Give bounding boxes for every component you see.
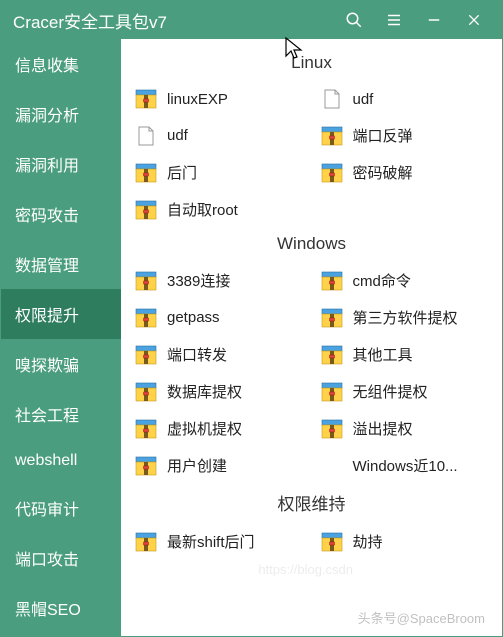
- section-title: 权限维持: [131, 484, 492, 523]
- sidebar-item-10[interactable]: 端口攻击: [1, 533, 121, 583]
- watermark-text: 头条号@SpaceBroom: [358, 608, 485, 627]
- watermark-text: https://blog.csdn: [258, 562, 353, 577]
- archive-icon: [321, 126, 343, 146]
- sidebar-item-9[interactable]: 代码审计: [1, 483, 121, 533]
- archive-icon: [321, 271, 343, 291]
- menu-icon[interactable]: [374, 1, 414, 39]
- sidebar-item-8[interactable]: webshell: [1, 439, 121, 483]
- list-item-label: cmd命令: [353, 270, 411, 291]
- minimize-icon[interactable]: [414, 1, 454, 39]
- archive-icon: [321, 163, 343, 183]
- list-item-label: 自动取root: [167, 199, 238, 220]
- list-item-label: Windows近10...: [353, 455, 458, 476]
- sidebar-item-4[interactable]: 数据管理: [1, 239, 121, 289]
- list-item-label: 劫持: [353, 531, 383, 552]
- close-icon[interactable]: [454, 1, 494, 39]
- list-item-label: 端口转发: [167, 344, 227, 365]
- list-item[interactable]: udf: [131, 117, 307, 154]
- list-item-label: getpass: [167, 309, 220, 326]
- list-item[interactable]: 无组件提权: [317, 373, 493, 410]
- list-item-label: 用户创建: [167, 455, 227, 476]
- list-item-label: 虚拟机提权: [167, 418, 242, 439]
- archive-icon: [135, 89, 157, 109]
- list-item-label: 数据库提权: [167, 381, 242, 402]
- list-item-label: 无组件提权: [353, 381, 428, 402]
- archive-icon: [135, 200, 157, 220]
- list-item-label: linuxEXP: [167, 91, 228, 108]
- section-grid: 3389连接 cmd命令 getpass 第三方软件提权端口转发 其他工具数据库提权 无组…: [131, 262, 492, 484]
- sidebar-item-0[interactable]: 信息收集: [1, 39, 121, 89]
- section-title: Windows: [131, 228, 492, 262]
- list-item[interactable]: 端口转发: [131, 336, 307, 373]
- list-item-label: 最新shift后门: [167, 531, 255, 552]
- section-grid: 最新shift后门 劫持: [131, 523, 492, 560]
- titlebar: Cracer安全工具包v7: [1, 1, 502, 39]
- list-item[interactable]: 密码破解: [317, 154, 493, 191]
- archive-icon: [135, 163, 157, 183]
- sidebar-item-5[interactable]: 权限提升: [1, 289, 121, 339]
- archive-icon: [135, 532, 157, 552]
- archive-icon: [135, 419, 157, 439]
- list-item-label: 其他工具: [353, 344, 413, 365]
- app-title: Cracer安全工具包v7: [13, 8, 334, 33]
- section-grid: linuxEXP udf udf 端口反弹后门 密码破解自动取root: [131, 81, 492, 228]
- archive-icon: [135, 456, 157, 476]
- doc-icon: [135, 126, 157, 146]
- list-item[interactable]: 后门: [131, 154, 307, 191]
- list-item[interactable]: udf: [317, 81, 493, 117]
- archive-icon: [321, 345, 343, 365]
- body: 信息收集漏洞分析漏洞利用密码攻击数据管理权限提升嗅探欺骗社会工程webshell…: [1, 39, 502, 636]
- archive-icon: [135, 382, 157, 402]
- list-item[interactable]: 自动取root: [131, 191, 307, 228]
- list-item[interactable]: 其他工具: [317, 336, 493, 373]
- doc-icon: [321, 89, 343, 109]
- sidebar-item-7[interactable]: 社会工程: [1, 389, 121, 439]
- list-item[interactable]: 用户创建: [131, 447, 307, 484]
- list-item[interactable]: 虚拟机提权: [131, 410, 307, 447]
- section-title: Linux: [131, 47, 492, 81]
- archive-icon: [135, 308, 157, 328]
- list-item[interactable]: Windows近10...: [317, 447, 493, 484]
- list-item-label: 溢出提权: [353, 418, 413, 439]
- list-item-label: 后门: [167, 162, 197, 183]
- content-pane: Linux linuxEXP udf udf 端口反弹后门 密码破解自动取root Wind…: [121, 39, 502, 636]
- list-item[interactable]: 溢出提权: [317, 410, 493, 447]
- list-item[interactable]: 端口反弹: [317, 117, 493, 154]
- list-item[interactable]: cmd命令: [317, 262, 493, 299]
- archive-icon: [135, 271, 157, 291]
- list-item[interactable]: 劫持: [317, 523, 493, 560]
- none-icon: [321, 456, 343, 476]
- list-item[interactable]: getpass: [131, 299, 307, 336]
- list-item-label: 第三方软件提权: [353, 307, 458, 328]
- archive-icon: [135, 345, 157, 365]
- archive-icon: [321, 419, 343, 439]
- list-item-label: 密码破解: [353, 162, 413, 183]
- sidebar-item-6[interactable]: 嗅探欺骗: [1, 339, 121, 389]
- list-item-label: 端口反弹: [353, 125, 413, 146]
- app-window: Cracer安全工具包v7 信息收集漏洞分析漏洞利用密码攻击数据管理权限提升嗅探…: [0, 0, 503, 637]
- list-item-label: udf: [167, 127, 188, 144]
- archive-icon: [321, 532, 343, 552]
- search-icon[interactable]: [334, 1, 374, 39]
- list-item-label: 3389连接: [167, 270, 230, 291]
- list-item[interactable]: 第三方软件提权: [317, 299, 493, 336]
- list-item[interactable]: 3389连接: [131, 262, 307, 299]
- sidebar-item-3[interactable]: 密码攻击: [1, 189, 121, 239]
- sidebar-item-2[interactable]: 漏洞利用: [1, 139, 121, 189]
- sidebar-item-1[interactable]: 漏洞分析: [1, 89, 121, 139]
- archive-icon: [321, 308, 343, 328]
- sidebar-item-11[interactable]: 黑帽SEO: [1, 583, 121, 633]
- sidebar: 信息收集漏洞分析漏洞利用密码攻击数据管理权限提升嗅探欺骗社会工程webshell…: [1, 39, 121, 636]
- archive-icon: [321, 382, 343, 402]
- list-item[interactable]: 数据库提权: [131, 373, 307, 410]
- list-item[interactable]: 最新shift后门: [131, 523, 307, 560]
- list-item[interactable]: linuxEXP: [131, 81, 307, 117]
- list-item-label: udf: [353, 91, 374, 108]
